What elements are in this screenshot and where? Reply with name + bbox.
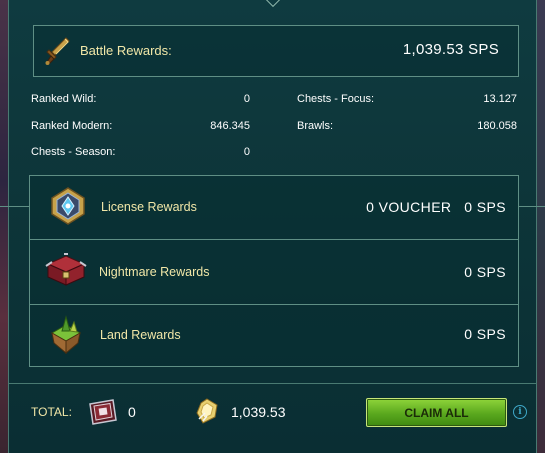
claim-all-button[interactable]: CLAIM ALL bbox=[366, 398, 507, 427]
chests-focus-label: Chests - Focus: bbox=[297, 93, 375, 105]
sword-icon bbox=[45, 37, 70, 65]
chests-focus-value: 13.127 bbox=[483, 93, 517, 105]
nightmare-rewards-value: 0 SPS bbox=[464, 264, 506, 280]
info-icon[interactable]: i bbox=[513, 405, 527, 419]
total-vouchers-value: 0 bbox=[128, 404, 136, 420]
total-divider bbox=[8, 383, 537, 384]
row-divider bbox=[29, 239, 519, 240]
ranked-wild-label: Ranked Wild: bbox=[31, 93, 97, 105]
nightmare-rewards-label: Nightmare Rewards bbox=[99, 265, 210, 279]
battle-rewards-label: Battle Rewards: bbox=[80, 43, 172, 58]
total-sps-value: 1,039.53 bbox=[231, 404, 286, 420]
ranked-wild-value: 0 bbox=[243, 93, 250, 105]
license-icon bbox=[51, 187, 85, 225]
land-rewards-value: 0 SPS bbox=[464, 326, 506, 342]
chests-season-label: Chests - Season: bbox=[31, 146, 116, 158]
land-rewards-label: Land Rewards bbox=[100, 328, 181, 342]
nightmare-chest-icon bbox=[45, 253, 87, 286]
license-rewards-label: License Rewards bbox=[101, 200, 197, 214]
ranked-modern-label: Ranked Modern: bbox=[31, 120, 113, 132]
chests-season-value: 0 bbox=[243, 146, 250, 158]
brawls-label: Brawls: bbox=[297, 120, 334, 132]
license-rewards-value: 0 VOUCHER 0 SPS bbox=[366, 199, 506, 215]
side-ornament-right bbox=[519, 206, 545, 207]
brawls-value: 180.058 bbox=[477, 120, 517, 132]
total-label: TOTAL: bbox=[31, 405, 72, 419]
row-divider bbox=[29, 304, 519, 305]
battle-rewards-value: 1,039.53 SPS bbox=[402, 41, 499, 58]
land-icon bbox=[50, 315, 82, 355]
ranked-modern-value: 846.345 bbox=[210, 120, 250, 132]
voucher-icon bbox=[89, 399, 117, 425]
sps-token-icon bbox=[196, 398, 218, 424]
side-ornament-left bbox=[0, 206, 29, 207]
